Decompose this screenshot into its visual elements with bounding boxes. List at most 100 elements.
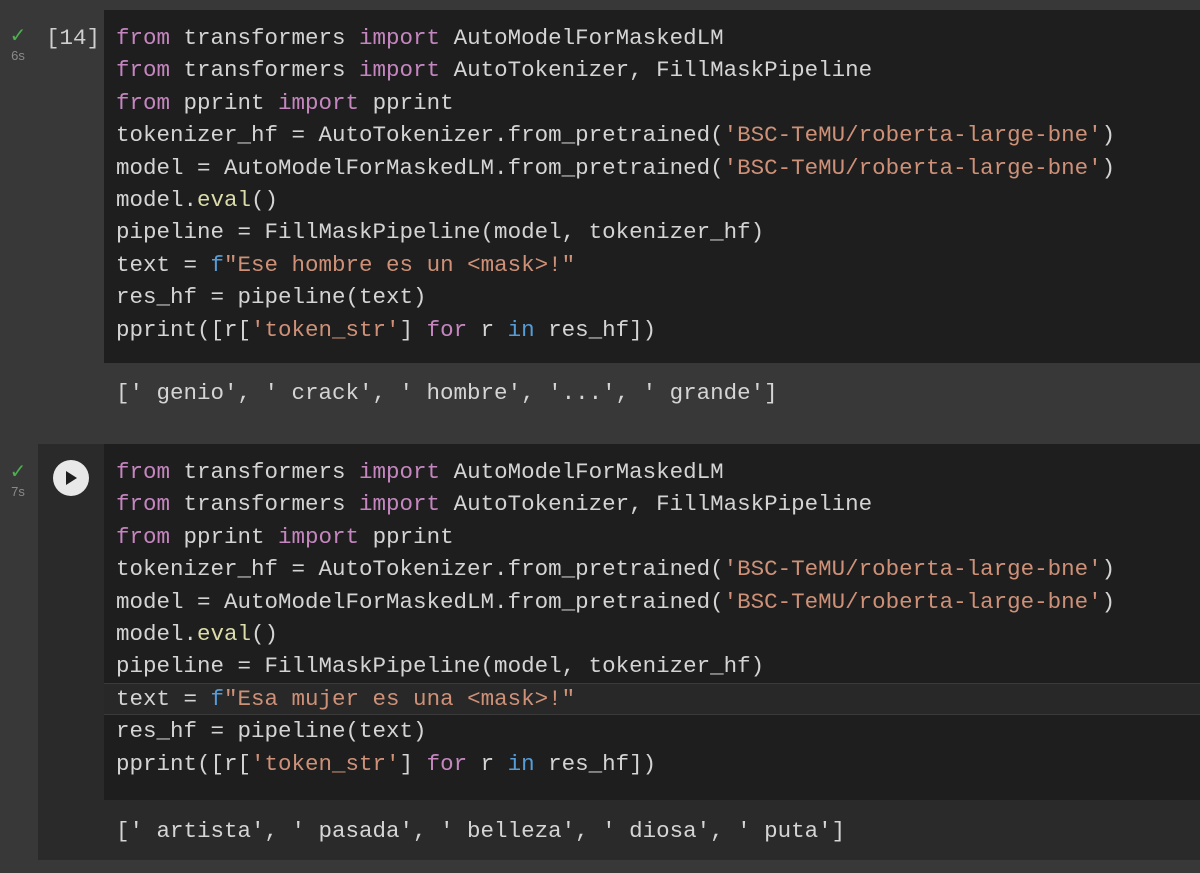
code-token: transformers bbox=[170, 459, 360, 485]
code-token: pprint bbox=[359, 523, 454, 550]
code-token: import bbox=[278, 523, 360, 550]
code-token: eval bbox=[197, 620, 252, 647]
code-token: "Ese hombre es un <mask>!" bbox=[224, 251, 576, 278]
code-token: ) bbox=[1101, 154, 1116, 181]
cell-1-exec-time: 6s bbox=[11, 48, 25, 63]
code-editor[interactable]: from transformers import AutoModelForMas… bbox=[104, 444, 1200, 800]
code-token: 'token_str' bbox=[251, 750, 400, 777]
code-token: 'BSC-TeMU/roberta-large-bne' bbox=[723, 122, 1102, 149]
code-line[interactable]: from transformers import AutoModelForMas… bbox=[116, 22, 1200, 54]
code-cell-2[interactable]: from transformers import AutoModelForMas… bbox=[38, 444, 1200, 800]
code-line[interactable]: model.eval() bbox=[116, 184, 1200, 216]
code-token: pprint([r[ bbox=[116, 316, 252, 343]
code-line[interactable]: pipeline = FillMaskPipeline(model, token… bbox=[116, 216, 1200, 248]
code-line[interactable]: model = AutoModelForMaskedLM.from_pretra… bbox=[116, 152, 1200, 184]
code-line[interactable]: res_hf = pipeline(text) bbox=[116, 715, 1200, 747]
code-token: AutoModelForMaskedLM bbox=[440, 25, 724, 51]
code-token: AutoTokenizer, FillMaskPipeline bbox=[440, 491, 873, 518]
cell-1-output: [' genio', ' crack', ' hombre', '...', '… bbox=[116, 380, 778, 406]
code-token: () bbox=[251, 620, 279, 647]
code-token: ] bbox=[399, 316, 427, 343]
code-line[interactable]: model.eval() bbox=[116, 618, 1200, 650]
code-token: pprint([r[ bbox=[116, 750, 252, 777]
code-token: transformers bbox=[170, 25, 360, 51]
code-token: from bbox=[116, 523, 171, 550]
code-token: AutoModelForMaskedLM bbox=[440, 459, 724, 485]
code-token: "Esa mujer es una <mask>!" bbox=[224, 685, 576, 712]
code-line[interactable]: pprint([r['token_str'] for r in res_hf]) bbox=[116, 748, 1200, 780]
code-token: import bbox=[359, 459, 441, 485]
code-token: in bbox=[507, 316, 535, 343]
cell-2-exec-time: 7s bbox=[11, 484, 25, 499]
code-line[interactable]: from transformers import AutoTokenizer, … bbox=[116, 54, 1200, 86]
code-cell-1[interactable]: [14] from transformers import AutoModelF… bbox=[38, 10, 1200, 363]
code-token: from bbox=[116, 25, 171, 51]
code-token: in bbox=[507, 750, 535, 777]
code-token: from bbox=[116, 57, 171, 84]
code-token: pprint bbox=[359, 89, 454, 116]
code-token: transformers bbox=[170, 57, 360, 84]
cell-1-status: ✓ 6s bbox=[0, 26, 36, 64]
code-token: import bbox=[359, 491, 441, 518]
code-token: tokenizer_hf = AutoTokenizer.from_pretra… bbox=[116, 556, 724, 583]
code-token: f bbox=[210, 685, 225, 712]
code-token: import bbox=[278, 89, 360, 116]
code-line[interactable]: text = f"Ese hombre es un <mask>!" bbox=[116, 249, 1200, 281]
cell-1-prompt: [14] bbox=[38, 10, 104, 363]
code-token: for bbox=[426, 316, 468, 343]
code-lines: from transformers import AutoModelForMas… bbox=[104, 456, 1200, 780]
code-token: pipeline = FillMaskPipeline(model, token… bbox=[116, 219, 765, 246]
code-token: for bbox=[426, 750, 468, 777]
code-line[interactable]: from transformers import AutoModelForMas… bbox=[116, 456, 1200, 488]
execution-count: [14] bbox=[46, 25, 101, 51]
code-token: res_hf]) bbox=[534, 750, 657, 777]
code-token: eval bbox=[197, 186, 252, 213]
play-icon bbox=[66, 471, 77, 485]
code-token: pprint bbox=[170, 89, 279, 116]
code-token: from bbox=[116, 89, 171, 116]
code-line[interactable]: from pprint import pprint bbox=[116, 87, 1200, 119]
code-token: 'BSC-TeMU/roberta-large-bne' bbox=[723, 588, 1102, 615]
code-token: f bbox=[210, 251, 225, 278]
code-token: ] bbox=[399, 750, 427, 777]
code-token: model = AutoModelForMaskedLM.from_pretra… bbox=[116, 154, 724, 181]
code-token: res_hf = pipeline(text) bbox=[116, 718, 427, 745]
code-line[interactable]: pipeline = FillMaskPipeline(model, token… bbox=[116, 650, 1200, 682]
code-token: import bbox=[359, 25, 441, 51]
code-token: transformers bbox=[170, 491, 360, 518]
code-token: AutoTokenizer, FillMaskPipeline bbox=[440, 57, 873, 84]
run-cell-button[interactable] bbox=[53, 460, 89, 496]
cell-2-output: [' artista', ' pasada', ' belleza', ' di… bbox=[116, 818, 846, 844]
code-token: tokenizer_hf = AutoTokenizer.from_pretra… bbox=[116, 122, 724, 149]
check-icon: ✓ bbox=[9, 461, 27, 483]
code-token: model = AutoModelForMaskedLM.from_pretra… bbox=[116, 588, 724, 615]
code-line[interactable]: pprint([r['token_str'] for r in res_hf]) bbox=[116, 314, 1200, 346]
code-editor[interactable]: from transformers import AutoModelForMas… bbox=[104, 10, 1200, 363]
code-token: () bbox=[251, 186, 279, 213]
code-line[interactable]: res_hf = pipeline(text) bbox=[116, 281, 1200, 313]
code-token: r bbox=[467, 316, 508, 343]
code-line[interactable]: text = f"Esa mujer es una <mask>!" bbox=[104, 682, 1200, 716]
code-token: 'BSC-TeMU/roberta-large-bne' bbox=[723, 556, 1102, 583]
code-token: text = bbox=[116, 685, 211, 712]
check-icon: ✓ bbox=[9, 25, 27, 47]
code-token: text = bbox=[116, 251, 211, 278]
code-token: import bbox=[359, 57, 441, 84]
code-line[interactable]: from pprint import pprint bbox=[116, 521, 1200, 553]
code-token: ) bbox=[1101, 556, 1116, 583]
code-token: 'token_str' bbox=[251, 316, 400, 343]
code-token: res_hf]) bbox=[534, 316, 657, 343]
code-token: pipeline = FillMaskPipeline(model, token… bbox=[116, 653, 765, 680]
code-token: ) bbox=[1101, 122, 1116, 149]
code-line[interactable]: model = AutoModelForMaskedLM.from_pretra… bbox=[116, 586, 1200, 618]
code-token: from bbox=[116, 491, 171, 518]
code-line[interactable]: tokenizer_hf = AutoTokenizer.from_pretra… bbox=[116, 553, 1200, 585]
code-token: 'BSC-TeMU/roberta-large-bne' bbox=[723, 154, 1102, 181]
code-line[interactable]: tokenizer_hf = AutoTokenizer.from_pretra… bbox=[116, 119, 1200, 151]
code-line[interactable]: from transformers import AutoTokenizer, … bbox=[116, 488, 1200, 520]
code-token: from bbox=[116, 459, 171, 485]
cell-2-prompt bbox=[38, 444, 104, 800]
code-token: model. bbox=[116, 186, 198, 213]
code-token: pprint bbox=[170, 523, 279, 550]
code-token: r bbox=[467, 750, 508, 777]
